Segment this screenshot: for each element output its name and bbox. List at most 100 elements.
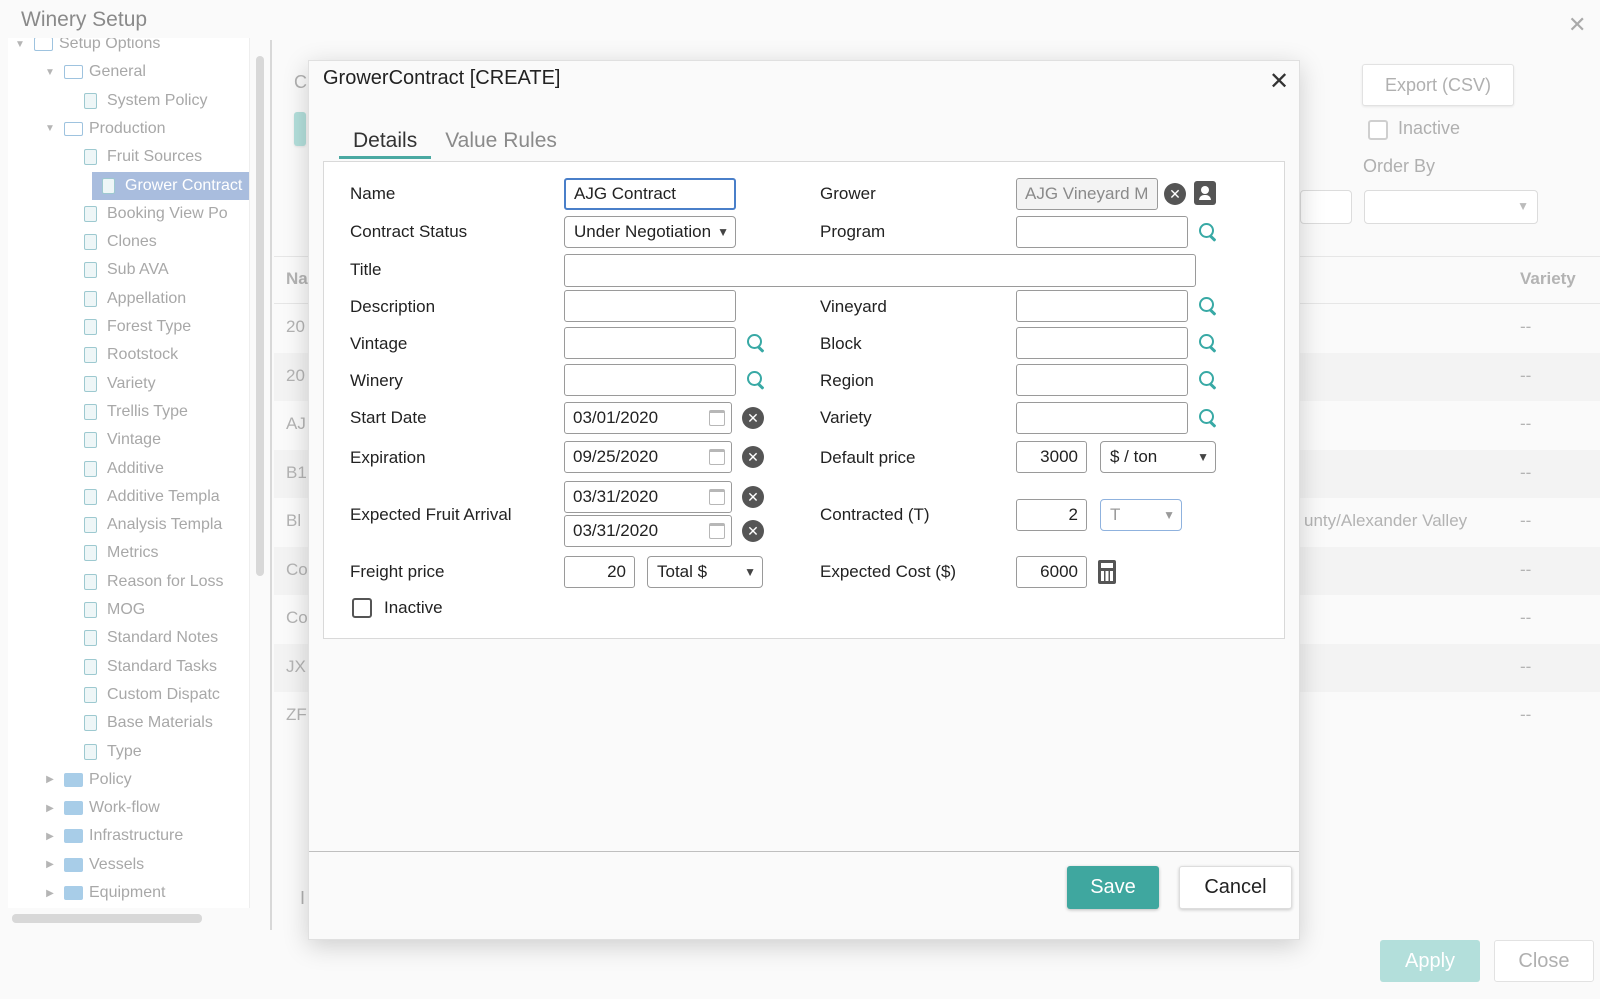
tree-item[interactable]: Standard Tasks bbox=[74, 653, 217, 681]
calendar-icon[interactable] bbox=[709, 489, 725, 505]
variety-search-icon[interactable] bbox=[1198, 408, 1218, 428]
tree-item[interactable]: Additive bbox=[74, 455, 164, 483]
tab-value-rules[interactable]: Value Rules bbox=[431, 129, 571, 159]
collapse-caret-icon[interactable]: ▶ bbox=[44, 888, 56, 899]
expiration-input[interactable]: 09/25/2020 bbox=[564, 441, 732, 473]
tree-item[interactable]: Grower Contract bbox=[92, 171, 249, 200]
freight-unit-select[interactable]: Total $ bbox=[647, 556, 763, 588]
winery-input[interactable] bbox=[564, 364, 736, 396]
tree-item[interactable]: Trellis Type bbox=[74, 398, 188, 426]
description-input[interactable] bbox=[564, 290, 736, 322]
tree-item[interactable]: Vintage bbox=[74, 426, 161, 454]
variety-input[interactable] bbox=[1016, 402, 1188, 434]
tree-item[interactable]: System Policy bbox=[74, 87, 207, 115]
tree-item[interactable]: ▼ Setup Options bbox=[14, 38, 160, 58]
arrival-end-input[interactable]: 03/31/2020 bbox=[564, 515, 732, 547]
arrival-start-input[interactable]: 03/31/2020 bbox=[564, 481, 732, 513]
program-input[interactable] bbox=[1016, 216, 1188, 248]
tree-item[interactable]: Metrics bbox=[74, 539, 159, 567]
start-date-clear-icon[interactable]: ✕ bbox=[742, 407, 764, 429]
apply-button[interactable]: Apply bbox=[1380, 940, 1480, 982]
contract-status-select[interactable]: Under Negotiation bbox=[564, 216, 736, 248]
tree-vertical-scrollbar[interactable] bbox=[256, 56, 264, 576]
save-button[interactable]: Save bbox=[1067, 866, 1159, 909]
order-by-select[interactable]: ▼ bbox=[1364, 190, 1538, 224]
collapse-caret-icon[interactable]: ▶ bbox=[44, 803, 56, 814]
title-textarea[interactable] bbox=[564, 254, 1196, 287]
tree-item[interactable]: Variety bbox=[74, 370, 156, 398]
calendar-icon[interactable] bbox=[709, 523, 725, 539]
tree-item[interactable]: Forest Type bbox=[74, 313, 191, 341]
tree-item[interactable]: ▶ Work-flow bbox=[44, 794, 160, 822]
tree-item[interactable]: Type bbox=[74, 738, 142, 766]
arrival-end-clear-icon[interactable]: ✕ bbox=[742, 520, 764, 542]
grower-clear-icon[interactable]: ✕ bbox=[1164, 183, 1186, 205]
tree-item[interactable]: Rootstock bbox=[74, 341, 178, 369]
bg-col-name[interactable]: Na bbox=[286, 269, 308, 289]
tree-item[interactable]: Clones bbox=[74, 228, 157, 256]
tree-item[interactable]: Reason for Loss bbox=[74, 568, 224, 596]
tree-item[interactable]: MOG bbox=[74, 596, 145, 624]
panel-splitter[interactable] bbox=[270, 40, 272, 930]
vineyard-input[interactable] bbox=[1016, 290, 1188, 322]
default-price-input[interactable] bbox=[1016, 441, 1087, 473]
window-close-icon[interactable]: ✕ bbox=[1568, 12, 1586, 38]
bg-filter-input[interactable] bbox=[1300, 190, 1352, 224]
vintage-input[interactable] bbox=[564, 327, 736, 359]
tree-item[interactable]: ▶ Policy bbox=[44, 766, 132, 794]
contracted-input[interactable] bbox=[1016, 499, 1087, 531]
grower-input[interactable] bbox=[1016, 178, 1158, 210]
collapse-caret-icon[interactable]: ▶ bbox=[44, 774, 56, 785]
tree-horizontal-scrollbar[interactable] bbox=[12, 914, 202, 923]
tab-details[interactable]: Details bbox=[339, 129, 432, 159]
export-csv-button[interactable]: Export (CSV) bbox=[1362, 64, 1514, 106]
expected-cost-input[interactable] bbox=[1016, 556, 1087, 588]
cancel-button[interactable]: Cancel bbox=[1179, 866, 1292, 909]
calendar-icon[interactable] bbox=[709, 410, 725, 426]
tree-item[interactable]: Appellation bbox=[74, 285, 186, 313]
region-search-icon[interactable] bbox=[1198, 370, 1218, 390]
inactive-checkbox[interactable] bbox=[352, 598, 372, 618]
freight-price-input[interactable] bbox=[564, 556, 635, 588]
region-input[interactable] bbox=[1016, 364, 1188, 396]
expand-caret-icon[interactable]: ▼ bbox=[14, 39, 26, 50]
vintage-search-icon[interactable] bbox=[746, 333, 766, 353]
expand-caret-icon[interactable]: ▼ bbox=[44, 67, 56, 78]
block-search-icon[interactable] bbox=[1198, 333, 1218, 353]
contact-card-icon[interactable] bbox=[1194, 181, 1216, 205]
calendar-icon[interactable] bbox=[709, 449, 725, 465]
winery-search-icon[interactable] bbox=[746, 370, 766, 390]
tree-item[interactable]: ▶ Vessels bbox=[44, 851, 144, 879]
collapse-caret-icon[interactable]: ▶ bbox=[44, 859, 56, 870]
bg-add-button[interactable] bbox=[294, 112, 306, 146]
program-search-icon[interactable] bbox=[1198, 222, 1218, 242]
tree-item[interactable]: Sub AVA bbox=[74, 256, 169, 284]
dialog-close-icon[interactable]: ✕ bbox=[1269, 67, 1289, 96]
bg-inactive-checkbox[interactable] bbox=[1368, 120, 1388, 140]
tree-item[interactable]: Fruit Sources bbox=[74, 143, 202, 171]
tree-item[interactable]: Booking View Po bbox=[74, 200, 228, 228]
tree-item[interactable]: Custom Dispatc bbox=[74, 681, 220, 709]
price-unit-select[interactable]: $ / ton bbox=[1100, 441, 1216, 473]
arrival-start-clear-icon[interactable]: ✕ bbox=[742, 486, 764, 508]
calculator-icon[interactable] bbox=[1098, 560, 1116, 584]
bg-col-variety[interactable]: Variety bbox=[1520, 269, 1576, 289]
tree-item[interactable]: ▶ Infrastructure bbox=[44, 822, 183, 850]
block-input[interactable] bbox=[1016, 327, 1188, 359]
start-date-input[interactable]: 03/01/2020 bbox=[564, 402, 732, 434]
tree-item-label: Clones bbox=[107, 233, 157, 251]
close-button[interactable]: Close bbox=[1494, 940, 1594, 982]
expiration-clear-icon[interactable]: ✕ bbox=[742, 446, 764, 468]
tree-item[interactable]: Standard Notes bbox=[74, 624, 218, 652]
collapse-caret-icon[interactable]: ▶ bbox=[44, 831, 56, 842]
contracted-unit-select[interactable]: T bbox=[1100, 499, 1182, 531]
expand-caret-icon[interactable]: ▼ bbox=[44, 123, 56, 134]
vineyard-search-icon[interactable] bbox=[1198, 296, 1218, 316]
tree-item[interactable]: ▶ Equipment bbox=[44, 879, 165, 907]
tree-item[interactable]: Base Materials bbox=[74, 709, 213, 737]
tree-item[interactable]: ▼ Production bbox=[44, 115, 165, 143]
tree-item[interactable]: Analysis Templa bbox=[74, 511, 222, 539]
tree-item[interactable]: ▼ General bbox=[44, 58, 146, 86]
name-input[interactable] bbox=[564, 178, 736, 210]
tree-item[interactable]: Additive Templa bbox=[74, 483, 220, 511]
